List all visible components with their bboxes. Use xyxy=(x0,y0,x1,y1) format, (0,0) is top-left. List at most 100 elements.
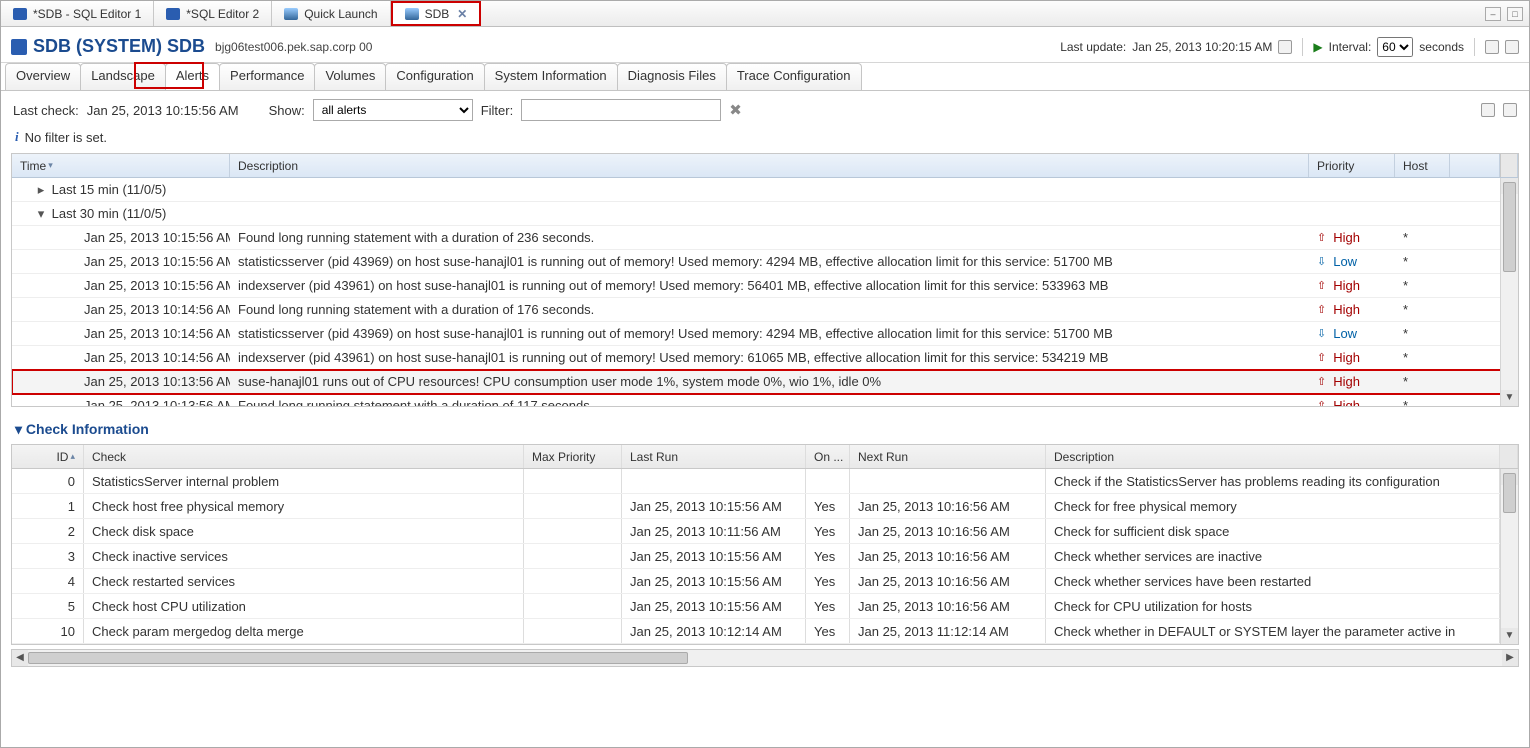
col-priority[interactable]: Priority xyxy=(1309,154,1395,177)
scroll-thumb[interactable] xyxy=(1503,182,1516,272)
alert-row[interactable]: Jan 25, 2013 10:13:56 AMFound long runni… xyxy=(12,394,1518,406)
alert-row[interactable]: Jan 25, 2013 10:15:56 AMstatisticsserver… xyxy=(12,250,1518,274)
maximize-button[interactable]: □ xyxy=(1507,7,1523,21)
alerts-body: ▸ Last 15 min (11/0/5)▾ Last 30 min (11/… xyxy=(12,178,1518,406)
alert-description: statisticsserver (pid 43969) on host sus… xyxy=(230,326,1309,341)
last-check-label: Last check: xyxy=(13,103,79,118)
alert-row[interactable]: Jan 25, 2013 10:14:56 AMFound long runni… xyxy=(12,298,1518,322)
scrollbar-horizontal[interactable]: ◀ ▶ xyxy=(11,649,1519,667)
alert-description: Found long running statement with a dura… xyxy=(230,230,1309,245)
export-icon[interactable] xyxy=(1505,40,1519,54)
nav-tab-overview[interactable]: Overview xyxy=(5,63,81,90)
properties-icon[interactable] xyxy=(1503,103,1517,117)
nav-tab-landscape[interactable]: Landscape xyxy=(80,63,166,90)
alert-group-row[interactable]: ▸ Last 15 min (11/0/5) xyxy=(12,178,1518,202)
alert-host: * xyxy=(1395,278,1450,293)
alert-group-label: Last 30 min (11/0/5) xyxy=(52,206,167,221)
editor-tab[interactable]: Quick Launch xyxy=(272,1,390,26)
scroll-thumb[interactable] xyxy=(28,652,688,664)
col-id[interactable]: ID▴ xyxy=(12,445,84,468)
nav-tab-volumes[interactable]: Volumes xyxy=(314,63,386,90)
alert-row[interactable]: Jan 25, 2013 10:15:56 AMindexserver (pid… xyxy=(12,274,1518,298)
check-max-priority xyxy=(524,519,622,543)
scroll-right-icon[interactable]: ▶ xyxy=(1502,650,1518,666)
play-icon[interactable]: ▶ xyxy=(1313,40,1322,54)
check-row[interactable]: 3Check inactive servicesJan 25, 2013 10:… xyxy=(12,544,1518,569)
show-select[interactable]: all alerts xyxy=(313,99,473,121)
alert-priority: High xyxy=(1309,350,1395,365)
chevron-right-icon[interactable]: ▸ xyxy=(34,182,48,198)
nav-tab-performance[interactable]: Performance xyxy=(219,63,315,90)
alert-time: Jan 25, 2013 10:15:56 AM xyxy=(12,230,230,245)
col-on[interactable]: On ... xyxy=(806,445,850,468)
alert-time: Jan 25, 2013 10:13:56 AM xyxy=(12,398,230,406)
check-next-run: Jan 25, 2013 10:16:56 AM xyxy=(850,594,1046,618)
title-main: SDB (SYSTEM) SDB xyxy=(33,36,205,57)
clear-filter-icon[interactable]: ✖ xyxy=(729,101,742,119)
check-on: Yes xyxy=(806,619,850,643)
alert-group-row[interactable]: ▾ Last 30 min (11/0/5) xyxy=(12,202,1518,226)
check-last-run: Jan 25, 2013 10:15:56 AM xyxy=(622,569,806,593)
editor-tab[interactable]: *SDB - SQL Editor 1 xyxy=(1,1,154,26)
check-next-run xyxy=(850,469,1046,493)
col-extra[interactable] xyxy=(1450,154,1500,177)
alert-priority: High xyxy=(1309,230,1395,245)
scroll-thumb[interactable] xyxy=(1503,473,1516,513)
check-row[interactable]: 10Check param mergedog delta mergeJan 25… xyxy=(12,619,1518,644)
alert-row[interactable]: Jan 25, 2013 10:14:56 AMindexserver (pid… xyxy=(12,346,1518,370)
editor-tab-label: Quick Launch xyxy=(304,7,377,21)
check-info-header[interactable]: ▾ Check Information xyxy=(15,421,1519,438)
check-description: Check if the StatisticsServer has proble… xyxy=(1046,469,1500,493)
check-row[interactable]: 0StatisticsServer internal problem Check … xyxy=(12,469,1518,494)
nav-tab-trace-configuration[interactable]: Trace Configuration xyxy=(726,63,862,90)
scroll-down-icon[interactable]: ▼ xyxy=(1501,390,1518,406)
copy-icon[interactable] xyxy=(1485,40,1499,54)
col-description[interactable]: Description xyxy=(230,154,1309,177)
nav-tab-alerts[interactable]: Alerts xyxy=(165,63,220,90)
check-max-priority xyxy=(524,544,622,568)
col-next-run[interactable]: Next Run xyxy=(850,445,1046,468)
check-id: 5 xyxy=(12,594,84,618)
alert-row[interactable]: Jan 25, 2013 10:14:56 AMstatisticsserver… xyxy=(12,322,1518,346)
check-next-run: Jan 25, 2013 11:12:14 AM xyxy=(850,619,1046,643)
refresh-icon[interactable] xyxy=(1278,40,1292,54)
scrollbar-vertical[interactable]: ▲ ▼ xyxy=(1500,178,1518,406)
minimize-button[interactable]: – xyxy=(1485,7,1501,21)
nav-tab-system-information[interactable]: System Information xyxy=(484,63,618,90)
chevron-down-icon[interactable]: ▾ xyxy=(34,206,48,222)
col-host[interactable]: Host xyxy=(1395,154,1450,177)
configure-icon[interactable] xyxy=(1481,103,1495,117)
alert-row[interactable]: Jan 25, 2013 10:15:56 AMFound long runni… xyxy=(12,226,1518,250)
check-row[interactable]: 1Check host free physical memoryJan 25, … xyxy=(12,494,1518,519)
alert-description: statisticsserver (pid 43969) on host sus… xyxy=(230,254,1309,269)
scrollbar-vertical[interactable]: ▲ ▼ xyxy=(1500,469,1518,644)
alert-row[interactable]: Jan 25, 2013 10:13:56 AMsuse-hanajl01 ru… xyxy=(12,370,1518,394)
alert-time: Jan 25, 2013 10:15:56 AM xyxy=(12,278,230,293)
editor-tab[interactable]: SDB✕ xyxy=(391,1,482,26)
col-time[interactable]: Time▾ xyxy=(12,154,230,177)
check-on: Yes xyxy=(806,594,850,618)
col-check-description[interactable]: Description xyxy=(1046,445,1500,468)
check-max-priority xyxy=(524,469,622,493)
col-check[interactable]: Check xyxy=(84,445,524,468)
check-next-run: Jan 25, 2013 10:16:56 AM xyxy=(850,544,1046,568)
check-header: ID▴ Check Max Priority Last Run On ... N… xyxy=(12,445,1518,469)
alert-host: * xyxy=(1395,254,1450,269)
show-label: Show: xyxy=(269,103,305,118)
scroll-down-icon[interactable]: ▼ xyxy=(1501,628,1518,644)
chevron-down-icon: ▾ xyxy=(15,421,22,437)
editor-tab[interactable]: *SQL Editor 2 xyxy=(154,1,272,26)
check-row[interactable]: 5Check host CPU utilizationJan 25, 2013 … xyxy=(12,594,1518,619)
check-row[interactable]: 4Check restarted servicesJan 25, 2013 10… xyxy=(12,569,1518,594)
scroll-left-icon[interactable]: ◀ xyxy=(12,650,28,666)
check-id: 0 xyxy=(12,469,84,493)
check-row[interactable]: 2Check disk spaceJan 25, 2013 10:11:56 A… xyxy=(12,519,1518,544)
interval-select[interactable]: 60 xyxy=(1377,37,1413,57)
col-last-run[interactable]: Last Run xyxy=(622,445,806,468)
check-name: StatisticsServer internal problem xyxy=(84,469,524,493)
filter-input[interactable] xyxy=(521,99,721,121)
col-max-priority[interactable]: Max Priority xyxy=(524,445,622,468)
close-icon[interactable]: ✕ xyxy=(457,7,467,21)
nav-tab-configuration[interactable]: Configuration xyxy=(385,63,484,90)
nav-tab-diagnosis-files[interactable]: Diagnosis Files xyxy=(617,63,727,90)
